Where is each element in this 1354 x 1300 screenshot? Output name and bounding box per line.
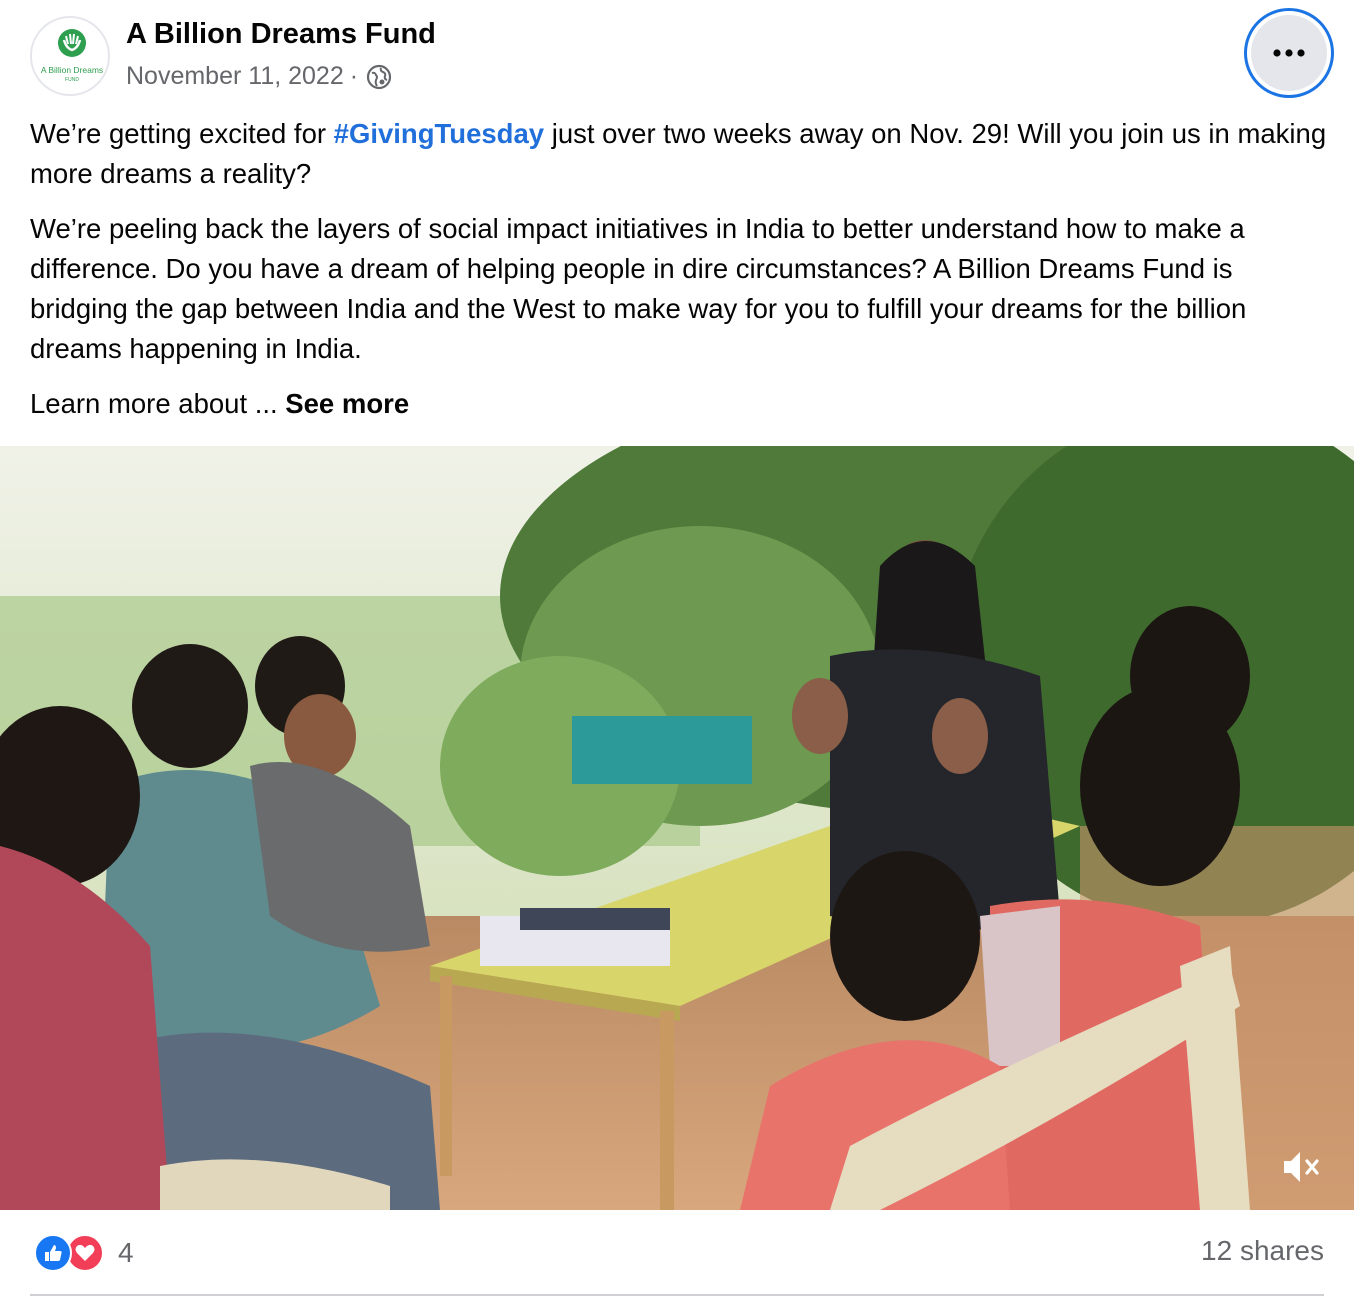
see-more-button[interactable]: See more — [285, 388, 409, 419]
shares-count[interactable]: 12 shares — [1201, 1235, 1324, 1267]
more-options-button[interactable] — [1244, 8, 1334, 98]
post-footer: 4 12 shares — [30, 1230, 1324, 1276]
page-logo: A Billion Dreams FUND — [41, 29, 103, 83]
logo-wordmark: A Billion Dreams — [41, 65, 103, 75]
post-video[interactable] — [0, 446, 1354, 1210]
p3-text: Learn more about ... — [30, 388, 286, 419]
post-header: A Billion Dreams FUND A Billion Dreams F… — [0, 0, 1354, 108]
meta-separator: · — [349, 62, 359, 90]
muted-speaker-icon[interactable] — [1280, 1148, 1326, 1186]
like-reaction-icon — [34, 1234, 72, 1272]
post-date-link[interactable]: November 11, 2022 — [126, 62, 344, 91]
video-frame — [0, 446, 1354, 1210]
post-meta: November 11, 2022 · — [126, 62, 392, 91]
reactions-summary[interactable]: 4 — [34, 1230, 134, 1276]
post-paragraph-3: Learn more about ... See more — [30, 384, 1330, 424]
globe-icon[interactable] — [366, 64, 392, 90]
page-avatar[interactable]: A Billion Dreams FUND — [30, 16, 110, 96]
reaction-count: 4 — [118, 1237, 134, 1268]
p1-before: We’re getting excited for — [30, 118, 334, 149]
more-options-icon — [1251, 15, 1327, 91]
footer-divider — [30, 1294, 1324, 1296]
page-name-link[interactable]: A Billion Dreams Fund — [126, 18, 436, 51]
hashtag-link[interactable]: #GivingTuesday — [334, 118, 544, 149]
post-paragraph-2: We’re peeling back the layers of social … — [30, 213, 1247, 364]
post-text: We’re getting excited for #GivingTuesday… — [30, 114, 1330, 439]
logo-subtext: FUND — [65, 77, 79, 83]
post-paragraph-1: We’re getting excited for #GivingTuesday… — [30, 114, 1330, 194]
